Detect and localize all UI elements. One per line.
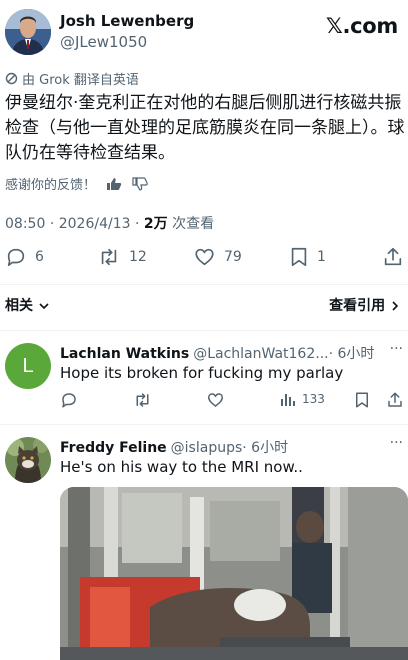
- reply-author-name[interactable]: Freddy Feline: [60, 440, 167, 456]
- reply-header: Lachlan Watkins @LachlanWat162...· 6小时: [60, 343, 374, 363]
- reply-author-handle[interactable]: @islapups: [171, 440, 243, 456]
- post-time[interactable]: 08:50: [5, 216, 45, 232]
- reply-time[interactable]: · 6小时: [242, 440, 288, 456]
- reply-text: Hope its broken for fucking my parlay: [60, 364, 344, 382]
- repost-count: 12: [129, 249, 147, 265]
- heart-icon: [195, 248, 214, 266]
- chevron-down-icon: [39, 303, 49, 310]
- view-quotes-link[interactable]: 查看引用: [329, 295, 400, 315]
- reply-author-name[interactable]: Lachlan Watkins: [60, 346, 189, 362]
- replies-filter-bar: 相关 查看引用: [0, 285, 408, 329]
- more-options-icon[interactable]: ···: [390, 435, 403, 451]
- translation-note[interactable]: 由 Grok 翻译自英语: [5, 69, 139, 88]
- bookmark-button[interactable]: [354, 391, 370, 409]
- repost-button[interactable]: [133, 391, 152, 409]
- reply-icon: [62, 393, 76, 408]
- reply-time[interactable]: · 6小时: [329, 346, 375, 362]
- feedback-prompt: 感谢你的反馈！: [5, 178, 97, 193]
- reply-actions: 133: [60, 391, 408, 415]
- sort-relevant-dropdown[interactable]: 相关: [5, 295, 50, 315]
- grok-icon: [5, 72, 18, 85]
- bookmark-icon: [356, 392, 368, 408]
- analytics-icon: [281, 394, 295, 406]
- more-options-icon[interactable]: ···: [390, 341, 403, 357]
- like-button[interactable]: [206, 391, 225, 409]
- reply-author-handle[interactable]: @LachlanWat162...: [193, 346, 328, 362]
- repost-icon: [136, 393, 149, 407]
- reply-button[interactable]: [60, 391, 78, 409]
- share-button[interactable]: [382, 246, 404, 268]
- bookmark-count: 1: [317, 249, 326, 265]
- view-label: 次查看: [172, 216, 215, 232]
- reply-item[interactable]: L Lachlan Watkins @LachlanWat162...· 6小时 …: [0, 331, 408, 424]
- post-header: Josh Lewenberg @JLew1050 𝕏.com: [0, 0, 408, 64]
- thumbs-up-icon[interactable]: [106, 177, 122, 191]
- like-button[interactable]: 79: [193, 246, 242, 268]
- reply-button[interactable]: 6: [5, 246, 44, 268]
- thumbs-down-icon[interactable]: [132, 176, 148, 191]
- translation-feedback: 感谢你的反馈！: [5, 174, 148, 193]
- translation-note-text: 由 Grok 翻译自英语: [22, 73, 139, 88]
- repost-button[interactable]: 12: [97, 246, 147, 268]
- reply-media-image[interactable]: [60, 487, 408, 660]
- author-name[interactable]: Josh Lewenberg: [60, 12, 194, 30]
- cat-avatar-image: [5, 437, 51, 483]
- repost-icon: [101, 248, 117, 266]
- share-button[interactable]: [386, 391, 404, 409]
- reply-view-count: 133: [302, 392, 325, 406]
- view-quotes-label: 查看引用: [329, 298, 386, 314]
- bookmark-button[interactable]: 1: [289, 246, 326, 268]
- share-icon: [388, 392, 402, 407]
- views-button[interactable]: 133: [280, 391, 325, 407]
- like-count: 79: [224, 249, 242, 265]
- reply-header: Freddy Feline @islapups· 6小时: [60, 437, 288, 457]
- bookmark-icon: [291, 247, 307, 267]
- post-meta: 08:50 · 2026/4/13 · 2万 次查看: [5, 216, 215, 232]
- post-date[interactable]: 2026/4/13: [59, 216, 131, 232]
- author-avatar[interactable]: [5, 9, 51, 55]
- heart-icon: [208, 393, 223, 407]
- author-handle[interactable]: @JLew1050: [60, 33, 147, 51]
- mri-transport-photo: [60, 487, 408, 660]
- reply-avatar[interactable]: L: [5, 343, 51, 389]
- reply-icon: [7, 248, 25, 267]
- view-count: 2万: [143, 216, 168, 232]
- x-logo[interactable]: 𝕏.com: [326, 14, 398, 38]
- reply-avatar[interactable]: [5, 437, 51, 483]
- avatar-letter: L: [22, 354, 34, 377]
- chevron-right-icon: [392, 301, 399, 311]
- sort-label: 相关: [5, 298, 33, 314]
- post-actions: 6 12 79 1: [0, 246, 408, 276]
- reply-text: He's on his way to the MRI now..: [60, 458, 303, 476]
- share-icon: [384, 247, 402, 266]
- post-body: 伊曼纽尔·奎克利正在对他的右腿后侧肌进行核磁共振检查（与他一直处理的足底筋膜炎在…: [5, 93, 405, 163]
- reply-count: 6: [35, 249, 44, 265]
